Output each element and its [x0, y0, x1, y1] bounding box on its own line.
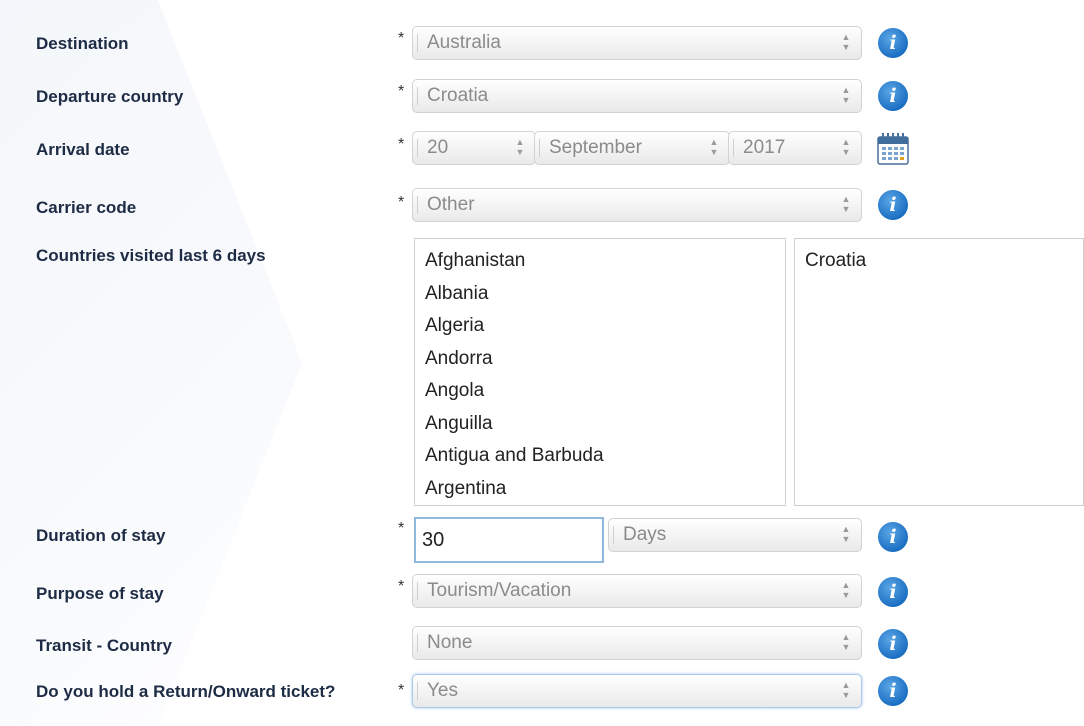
arrival-month-select[interactable]: September ▲ ▼ — [534, 131, 730, 165]
arrival-date-label: Arrival date — [36, 140, 130, 159]
info-icon[interactable]: i — [878, 522, 908, 552]
purpose-select[interactable]: Tourism/Vacation ▲ ▼ — [412, 574, 862, 608]
carrier-code-select[interactable]: Other ▲ ▼ — [412, 188, 862, 222]
required-marker: * — [398, 136, 405, 153]
list-item[interactable]: Anguilla — [415, 408, 785, 441]
select-arrows-icon: ▲ ▼ — [841, 632, 851, 652]
selected-countries-listbox[interactable]: Croatia — [794, 238, 1084, 506]
list-item[interactable]: Argentina — [415, 473, 785, 506]
info-icon[interactable]: i — [878, 81, 908, 111]
transit-country-label: Transit - Country — [36, 636, 173, 655]
list-item[interactable]: Antigua and Barbuda — [415, 440, 785, 473]
transit-country-select[interactable]: None ▲ ▼ — [412, 626, 862, 660]
list-item[interactable]: Croatia — [795, 245, 1083, 278]
duration-input[interactable]: 30 — [414, 517, 604, 563]
list-item[interactable]: Albania — [415, 278, 785, 311]
purpose-label: Purpose of stay — [36, 584, 164, 603]
departure-country-select[interactable]: Croatia ▲ ▼ — [412, 79, 862, 113]
list-item[interactable]: Angola — [415, 375, 785, 408]
background-decoration — [0, 0, 302, 726]
carrier-code-label: Carrier code — [36, 198, 137, 217]
destination-select[interactable]: Australia ▲ ▼ — [412, 26, 862, 60]
info-icon[interactable]: i — [878, 676, 908, 706]
select-arrows-icon: ▲ ▼ — [841, 580, 851, 600]
return-ticket-label: Do you hold a Return/Onward ticket? — [36, 682, 336, 701]
info-icon[interactable]: i — [878, 629, 908, 659]
departure-country-value: Croatia — [427, 85, 489, 106]
return-ticket-select[interactable]: Yes ▲ ▼ — [412, 674, 862, 708]
arrival-month-value: September — [549, 137, 642, 158]
select-arrows-icon: ▲ ▼ — [709, 137, 719, 157]
list-item[interactable]: Andorra — [415, 343, 785, 376]
arrival-day-select[interactable]: 20 ▲ ▼ — [412, 131, 536, 165]
arrival-year-value: 2017 — [743, 137, 786, 158]
transit-country-value: None — [427, 632, 473, 653]
required-marker: * — [398, 30, 405, 47]
select-arrows-icon: ▲ ▼ — [515, 137, 525, 157]
destination-label: Destination — [36, 34, 129, 53]
available-countries-listbox[interactable]: Afghanistan Albania Algeria Andorra Ango… — [414, 238, 786, 506]
departure-country-label: Departure country — [36, 87, 184, 106]
info-icon[interactable]: i — [878, 28, 908, 58]
select-arrows-icon: ▲ ▼ — [841, 524, 851, 544]
calendar-icon[interactable] — [876, 132, 910, 166]
select-arrows-icon: ▲ ▼ — [841, 32, 851, 52]
arrival-day-value: 20 — [427, 137, 449, 158]
select-arrows-icon: ▲ ▼ — [841, 194, 851, 214]
select-arrows-icon: ▲ ▼ — [841, 85, 851, 105]
list-item[interactable]: Afghanistan — [415, 245, 785, 278]
arrival-year-select[interactable]: 2017 ▲ ▼ — [728, 131, 862, 165]
purpose-value: Tourism/Vacation — [427, 580, 572, 601]
info-icon[interactable]: i — [878, 190, 908, 220]
required-marker: * — [398, 578, 405, 595]
countries-visited-label: Countries visited last 6 days — [36, 246, 266, 265]
duration-label: Duration of stay — [36, 526, 166, 545]
required-marker: * — [398, 682, 405, 699]
destination-value: Australia — [427, 32, 501, 53]
duration-unit-select[interactable]: Days ▲ ▼ — [608, 518, 862, 552]
duration-unit-value: Days — [623, 524, 667, 545]
required-marker: * — [398, 520, 405, 537]
list-item[interactable]: Algeria — [415, 310, 785, 343]
return-ticket-value: Yes — [427, 680, 458, 701]
info-icon[interactable]: i — [878, 577, 908, 607]
required-marker: * — [398, 194, 405, 211]
required-marker: * — [398, 83, 405, 100]
carrier-code-value: Other — [427, 194, 475, 215]
select-arrows-icon: ▲ ▼ — [841, 680, 851, 700]
select-arrows-icon: ▲ ▼ — [841, 137, 851, 157]
